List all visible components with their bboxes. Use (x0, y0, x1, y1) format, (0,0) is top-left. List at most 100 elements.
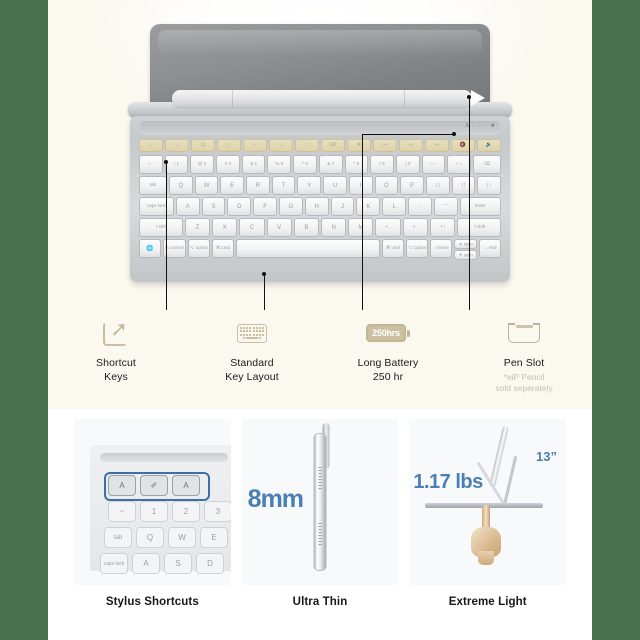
backspace-key[interactable]: ⌫ (472, 155, 501, 174)
key[interactable]: $ 4 (241, 155, 266, 174)
left-shift-key[interactable]: ⇧shift (139, 218, 183, 237)
fn-key[interactable]: ⏯ (399, 139, 423, 152)
keyboard-closeup-bezel (100, 453, 228, 462)
key[interactable]: G (278, 197, 303, 216)
fn-key[interactable]: ▭ (295, 139, 319, 152)
key[interactable]: P (400, 176, 424, 195)
key[interactable]: T (271, 176, 296, 195)
key[interactable]: F (253, 197, 277, 216)
key[interactable]: M (348, 218, 374, 237)
key: 1 (140, 501, 168, 522)
key[interactable]: ) 0 (395, 155, 420, 174)
key[interactable]: U (323, 176, 347, 195)
command-key-right[interactable]: ⌘ cmd (381, 239, 404, 258)
fn-key[interactable]: ☼ (165, 139, 189, 152)
function-key-row[interactable]: ⌂ ☼ ▤ ◻ ◐ ☼ ▭ ⌨ ✱ ⏮ ⏯ ⏭ 🔇 🔊 (139, 139, 501, 152)
shift-key-row[interactable]: ⇧shift Z X C V B N M < , > . ? / ⇧shift (139, 218, 501, 237)
key[interactable]: > . (402, 218, 428, 237)
fn-key[interactable]: ⌨ (321, 139, 345, 152)
fn-key[interactable]: ◐ (243, 139, 267, 152)
battery-hours-text: 250hrs (366, 324, 406, 342)
key: E (200, 527, 228, 548)
key[interactable]: ( 9 (370, 155, 394, 174)
key[interactable]: ? / (429, 218, 456, 237)
key[interactable]: * 8 (344, 155, 369, 174)
command-key[interactable]: ⌘ cmd (211, 239, 234, 258)
fn-key[interactable]: ☼ (269, 139, 293, 152)
key[interactable]: W (194, 176, 219, 195)
key[interactable]: % 5 (267, 155, 292, 174)
device-illustration: A · ⌵ · ☀ ⌂ ☼ ▤ ◻ ◐ ☼ ▭ ⌨ ✱ ⏮ ⏯ ⏭ 🔇 🔊 ~ … (110, 24, 530, 294)
key[interactable]: + = (447, 155, 471, 174)
key[interactable]: Q (169, 176, 193, 195)
callout-line-battery (362, 134, 363, 310)
enter-key[interactable]: Enter (459, 197, 501, 216)
key[interactable]: D (227, 197, 252, 216)
number-key-row[interactable]: ~ ` ! 1 @ 2 # 3 $ 4 % 5 ^ 6 & 7 * 8 ( 9 … (139, 155, 501, 174)
key[interactable]: { [ (425, 176, 450, 195)
key[interactable]: I (348, 176, 373, 195)
key[interactable]: K (356, 197, 381, 216)
fn-key[interactable]: 🔇 (451, 139, 475, 152)
key[interactable]: R (246, 176, 270, 195)
key[interactable]: A (175, 197, 200, 216)
caps-lock-key[interactable]: caps lock (139, 197, 174, 216)
option-key-right[interactable]: ⌥ option (405, 239, 429, 258)
key[interactable]: E (220, 176, 245, 195)
right-shift-key[interactable]: ⇧shift (457, 218, 501, 237)
key[interactable]: H (304, 197, 329, 216)
key[interactable]: X (212, 218, 238, 237)
key[interactable]: @ 2 (190, 155, 215, 174)
key[interactable]: } ] (451, 176, 476, 195)
key[interactable]: S (201, 197, 226, 216)
key[interactable]: ~ ` (139, 155, 163, 174)
page-keys[interactable]: ▲ pgup ▼ pgdn (454, 239, 477, 260)
feature-sublabel-line1: *eiP Pencil (503, 372, 545, 383)
key[interactable]: : ; (408, 197, 432, 216)
key[interactable]: C (239, 218, 265, 237)
key[interactable]: ! 1 (164, 155, 189, 174)
arrow-right-key[interactable]: → end (478, 239, 501, 258)
key: W (168, 527, 196, 548)
globe-icon[interactable]: 🌐 (139, 239, 162, 258)
option-key[interactable]: ⌥ option (187, 239, 210, 258)
key[interactable]: Z (184, 218, 211, 237)
fn-key[interactable]: ⌂ (139, 139, 163, 152)
tab-key[interactable]: tab (139, 176, 168, 195)
key[interactable]: " ' (433, 197, 458, 216)
status-indicator-icons: A · ⌵ · ☀ (465, 123, 496, 129)
key[interactable]: N (321, 218, 347, 237)
keyboard-keys: ⌂ ☼ ▤ ◻ ◐ ☼ ▭ ⌨ ✱ ⏮ ⏯ ⏭ 🔇 🔊 ~ ` ! 1 @ 2 … (139, 139, 501, 268)
key[interactable]: J (330, 197, 355, 216)
arrow-up-key[interactable]: ↑ home (430, 239, 453, 258)
key[interactable]: & 7 (318, 155, 343, 174)
key[interactable]: B (293, 218, 319, 237)
modifier-key-row[interactable]: 🌐 fn control ⌥ option ⌘ cmd ⌘ cmd ⌥ opti… (139, 239, 501, 260)
home-key-row[interactable]: caps lock A S D F G H J K L : ; " ' Ente… (139, 197, 501, 216)
key[interactable]: V (266, 218, 292, 237)
page-up-key[interactable]: ▲ pgup (454, 239, 477, 249)
weight-value: 1.17 lbs (413, 471, 483, 493)
key[interactable]: O (374, 176, 399, 195)
fn-key[interactable]: ⏭ (425, 139, 449, 152)
screen-size-value: 13” (536, 449, 558, 464)
keyboard-closeup: A ✐ A ~ 1 2 3 tab Q W E caps lock A S D (90, 445, 231, 574)
fn-key[interactable]: ◻ (217, 139, 241, 152)
fn-key[interactable]: ⏮ (373, 139, 397, 152)
key[interactable]: L (382, 197, 407, 216)
spacebar[interactable] (236, 239, 380, 258)
key[interactable]: Y (297, 176, 322, 195)
key[interactable]: ^ 6 (293, 155, 317, 174)
hero-section: A · ⌵ · ☀ ⌂ ☼ ▤ ◻ ◐ ☼ ▭ ⌨ ✱ ⏮ ⏯ ⏭ 🔇 🔊 ~ … (48, 0, 592, 409)
speaker-holes (318, 523, 322, 547)
key[interactable]: # 3 (216, 155, 240, 174)
fn-key[interactable]: ✱ (347, 139, 371, 152)
qwerty-key-row[interactable]: tab Q W E R T Y U I O P { [ } ] | \ (139, 176, 501, 195)
key[interactable]: < , (375, 218, 401, 237)
key[interactable]: — - (421, 155, 446, 174)
page-down-key[interactable]: ▼ pgdn (454, 250, 477, 260)
key[interactable]: | \ (477, 176, 501, 195)
fn-key[interactable]: ▤ (191, 139, 215, 152)
product-feature-page: A · ⌵ · ☀ ⌂ ☼ ▤ ◻ ◐ ☼ ▭ ⌨ ✱ ⏮ ⏯ ⏭ 🔇 🔊 ~ … (0, 0, 640, 640)
fn-key[interactable]: 🔊 (477, 139, 501, 152)
